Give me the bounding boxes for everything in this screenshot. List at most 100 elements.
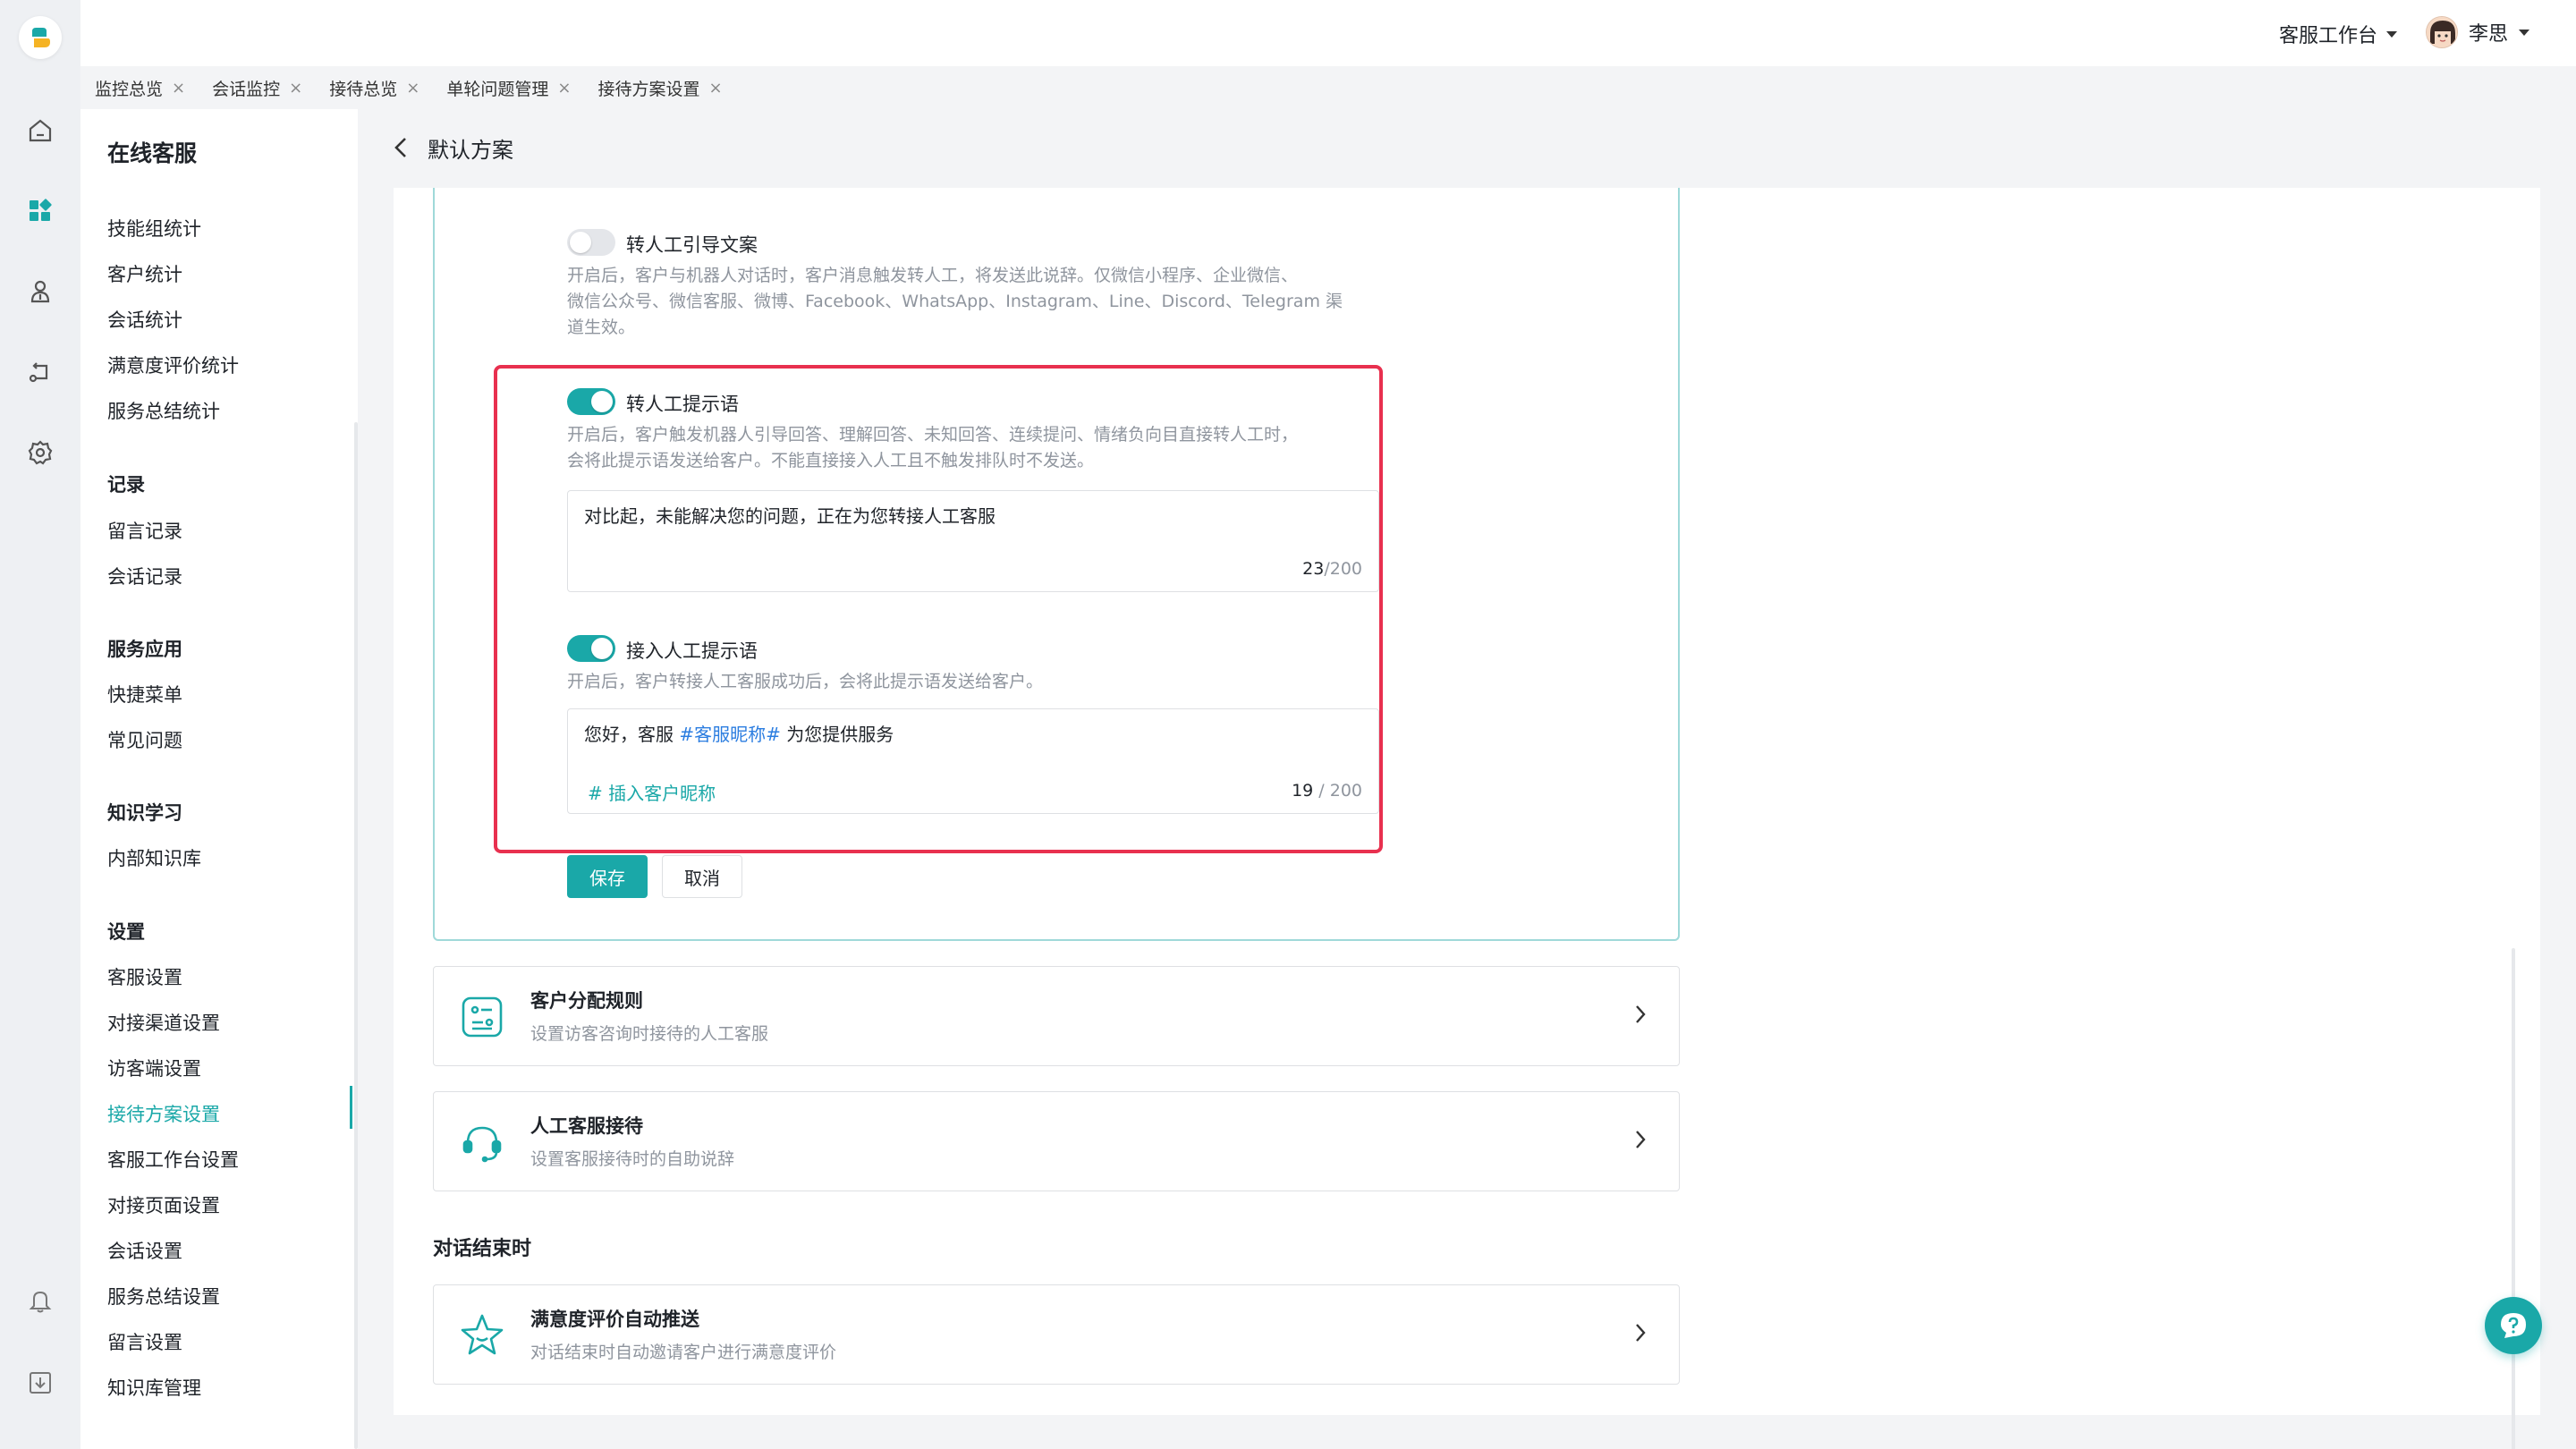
value-suffix: 为您提供服务 [780,724,894,745]
close-icon[interactable]: × [557,79,571,97]
sidebar-item-channel-settings[interactable]: 对接渠道设置 [107,1009,220,1036]
tab-single-question[interactable]: 单轮问题管理 × [446,76,571,100]
save-button[interactable]: 保存 [567,855,648,898]
transfer-guide-toggle[interactable] [567,229,615,256]
sidebar-item-reception-plan[interactable]: 接待方案设置 [107,1100,220,1127]
desc-line: 开启后，客户与机器人对话时，客户消息触发转人工，将发送此说辞。仅微信小程序、企业… [567,266,1299,285]
sidebar-item-satisfaction-stats[interactable]: 满意度评价统计 [107,352,239,378]
tab-monitor-overview[interactable]: 监控总览 × [95,76,185,100]
transfer-prompt-toggle[interactable] [567,388,615,415]
dashboard-icon[interactable] [24,195,56,227]
chevron-right-icon [1634,1321,1647,1348]
close-icon[interactable]: × [289,79,302,97]
row-title: 人工客服接待 [530,1115,643,1137]
transfer-prompt-textarea[interactable]: 对比起，未能解决您的问题，正在为您转接人工客服 23/200 [567,490,1379,592]
top-header: 客服工作台 李思 [80,0,2576,66]
transfer-guide-label: 转人工引导文案 [626,234,758,256]
user-menu[interactable]: 李思 [2425,16,2529,48]
page-header: 默认方案 [394,125,513,170]
char-max: / 200 [1313,781,1362,801]
char-counter: 23/200 [1302,559,1362,579]
tab-session-monitor[interactable]: 会话监控 × [212,76,302,100]
back-arrow-icon[interactable] [394,136,408,159]
sidebar: 在线客服 技能组统计 客户统计 会话统计 满意度评价统计 服务总结统计 记录 留… [80,109,358,1449]
sidebar-item-knowledge-base[interactable]: 内部知识库 [107,844,201,871]
settings-icon[interactable] [24,436,56,469]
row-subtitle: 设置客服接待时的自助说辞 [530,1149,735,1169]
char-max: /200 [1324,559,1362,579]
workbench-dropdown[interactable]: 客服工作台 [2279,20,2397,48]
bell-icon[interactable] [24,1284,56,1317]
sidebar-item-workbench-settings[interactable]: 客服工作台设置 [107,1146,239,1173]
tab-reception-overview[interactable]: 接待总览 × [329,76,419,100]
sidebar-item-page-settings[interactable]: 对接页面设置 [107,1191,220,1218]
connect-prompt-textarea[interactable]: 您好，客服 #客服昵称# 为您提供服务 # 插入客户昵称 19 / 200 [567,708,1379,814]
sidebar-item-message-records[interactable]: 留言记录 [107,517,182,544]
close-icon[interactable]: × [406,79,419,97]
sidebar-group-records: 记录 [107,474,145,496]
row-subtitle: 对话结束时自动邀请客户进行满意度评价 [530,1343,837,1362]
connect-prompt-desc: 开启后，客户转接人工客服成功后，会将此提示语发送给客户。 [567,672,1044,691]
home-icon[interactable] [24,114,56,147]
sidebar-item-summary-settings[interactable]: 服务总结设置 [107,1283,220,1309]
insert-customer-nickname-link[interactable]: # 插入客户昵称 [588,779,716,805]
sidebar-item-quick-menu[interactable]: 快捷菜单 [107,681,182,708]
cancel-button[interactable]: 取消 [662,855,742,898]
sidebar-item-session-records[interactable]: 会话记录 [107,563,182,589]
workbench-label: 客服工作台 [2278,25,2377,47]
sidebar-item-session-settings[interactable]: 会话设置 [107,1237,182,1264]
row-customer-distribution[interactable]: 客户分配规则 设置访客咨询时接待的人工客服 [433,966,1680,1066]
sidebar-item-faq[interactable]: 常见问题 [107,726,182,753]
active-indicator [350,1086,352,1129]
row-agent-reception[interactable]: 人工客服接待 设置客服接待时的自助说辞 [433,1091,1680,1191]
connect-prompt-label: 接入人工提示语 [626,640,758,662]
main-panel: 转人工引导文案 开启后，客户与机器人对话时，客户消息触发转人工，将发送此说辞。仅… [394,188,2540,1449]
tabs-bar: 监控总览 × 会话监控 × 接待总览 × 单轮问题管理 × 接待方案设置 × [80,66,2576,109]
row-subtitle: 设置访客咨询时接待的人工客服 [530,1024,769,1044]
value-prefix: 您好，客服 [584,724,680,745]
distribution-icon [457,992,507,1042]
route-icon[interactable] [24,356,56,388]
tab-reception-plan[interactable]: 接待方案设置 × [597,76,722,100]
chevron-down-icon [2519,29,2529,36]
sidebar-scrollbar[interactable] [354,422,358,1449]
sidebar-item-session-stats[interactable]: 会话统计 [107,306,182,333]
chevron-right-icon [1634,1128,1647,1155]
page-title: 默认方案 [428,137,513,163]
close-icon[interactable]: × [172,79,185,97]
headset-icon [457,1117,507,1167]
sidebar-item-message-settings[interactable]: 留言设置 [107,1328,182,1355]
char-count: 19 [1292,781,1314,801]
row-satisfaction-push[interactable]: 满意度评价自动推送 对话结束时自动邀请客户进行满意度评价 [433,1284,1680,1385]
sidebar-item-kb-management[interactable]: 知识库管理 [107,1374,201,1401]
connect-prompt-toggle[interactable] [567,635,615,662]
tab-label: 接待总览 [329,79,398,99]
close-icon[interactable]: × [708,79,722,97]
char-counter: 19 / 200 [1292,781,1362,801]
sidebar-title: 在线客服 [107,140,198,166]
star-icon [457,1310,507,1360]
tab-label: 监控总览 [95,79,164,99]
row-title: 满意度评价自动推送 [530,1309,699,1330]
desc-line: 开启后，客户触发机器人引导回答、理解回答、未知回答、连续提问、情绪负向目直接转人… [567,425,1299,445]
customer-icon[interactable] [24,275,56,308]
help-chat-button[interactable] [2485,1297,2542,1354]
textarea-value: 您好，客服 #客服昵称# 为您提供服务 [584,720,894,746]
sidebar-group-settings: 设置 [107,921,145,943]
sidebar-item-agent-settings[interactable]: 客服设置 [107,963,182,990]
sidebar-item-skill-stats[interactable]: 技能组统计 [107,215,201,242]
transfer-prompt-label: 转人工提示语 [626,394,739,415]
user-name: 李思 [2468,23,2508,46]
main-scrollbar[interactable] [2512,948,2515,1449]
chevron-down-icon [2386,30,2397,38]
chevron-right-icon [1634,1003,1647,1030]
icon-rail [0,0,80,1449]
sidebar-item-customer-stats[interactable]: 客户统计 [107,260,182,287]
sidebar-item-visitor-settings[interactable]: 访客端设置 [107,1055,201,1081]
app-logo[interactable] [19,16,62,59]
desc-line: 微信公众号、微信客服、微博、Facebook、WhatsApp、Instagra… [567,292,1343,311]
char-count: 23 [1302,559,1325,579]
download-icon[interactable] [24,1367,56,1399]
sidebar-item-summary-stats[interactable]: 服务总结统计 [107,397,220,424]
avatar [2425,16,2458,48]
